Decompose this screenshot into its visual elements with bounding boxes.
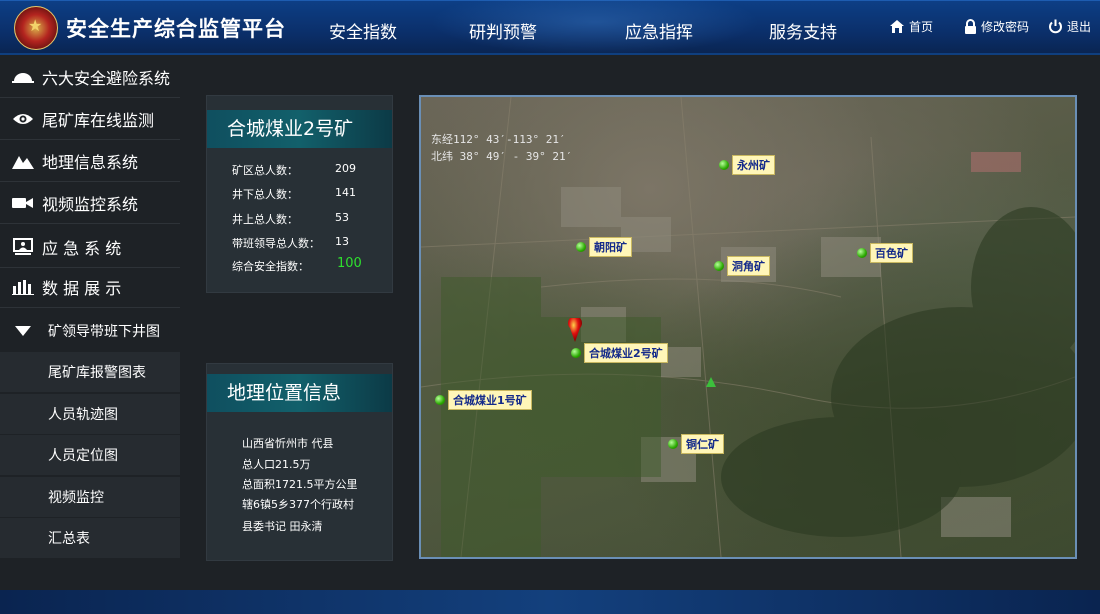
sidebar-item-label: 应 急 系 统 bbox=[42, 238, 122, 258]
nav-service-support[interactable]: 服务支持 bbox=[769, 18, 837, 43]
mine-marker[interactable]: 永州矿 bbox=[719, 155, 775, 175]
star-icon: ★ bbox=[28, 16, 43, 35]
top-header: ★ 安全生产综合监管平台 安全指数 研判预警 应急指挥 服务支持 首页 修改密码… bbox=[0, 0, 1100, 55]
sidebar-item-label: 矿领导带班下井图 bbox=[48, 323, 160, 340]
sidebar-item-label: 尾矿库在线监测 bbox=[42, 110, 155, 130]
emblem-logo: ★ bbox=[14, 6, 58, 50]
location-line: 总面积1721.5平方公里 bbox=[242, 478, 358, 491]
green-dot-icon bbox=[714, 261, 724, 271]
triangle-down-icon bbox=[12, 325, 34, 336]
sidebar-item-label: 数 据 展 示 bbox=[42, 278, 122, 298]
mine-marker[interactable]: 百色矿 bbox=[857, 243, 913, 263]
mine-panel-title: 合城煤业2号矿 bbox=[207, 110, 392, 148]
mine-marker[interactable]: 铜仁矿 bbox=[668, 434, 724, 454]
change-password-button[interactable]: 修改密码 bbox=[964, 18, 1029, 35]
mine-info-panel: 合城煤业2号矿 矿区总人数： 209 井下总人数： 141 井上总人数： 53 … bbox=[206, 95, 393, 293]
mine-label: 铜仁矿 bbox=[681, 434, 724, 454]
power-icon bbox=[1049, 19, 1062, 34]
sidebar-item-label: 六大安全避险系统 bbox=[42, 68, 171, 88]
mine-label: 洞角矿 bbox=[727, 256, 770, 276]
helmet-icon bbox=[12, 70, 34, 84]
stat-label: 井上总人数： bbox=[232, 213, 298, 226]
stat-value: 13 bbox=[335, 235, 349, 248]
divider bbox=[0, 223, 180, 224]
mine-label: 永州矿 bbox=[732, 155, 775, 175]
sidebar-subitem-personnel-location[interactable]: 人员定位图 bbox=[0, 435, 180, 475]
sidebar-subitem-label: 视频监控 bbox=[48, 490, 104, 506]
location-line: 山西省忻州市 代县 bbox=[242, 437, 334, 450]
mine-label: 百色矿 bbox=[870, 243, 913, 263]
sidebar-subitem-tailings-alarm[interactable]: 尾矿库报警图表 bbox=[0, 352, 180, 392]
stat-label: 井下总人数： bbox=[232, 188, 298, 201]
sidebar-item-label: 地理信息系统 bbox=[42, 152, 139, 172]
sidebar-item-video-system[interactable]: 视频监控系统 bbox=[0, 182, 180, 223]
sidebar-item-data-display[interactable]: 数 据 展 示 bbox=[0, 266, 180, 307]
home-label: 首页 bbox=[909, 20, 934, 34]
home-button[interactable]: 首页 bbox=[889, 18, 933, 35]
stat-value: 141 bbox=[335, 186, 356, 199]
nav-emergency-command[interactable]: 应急指挥 bbox=[625, 18, 693, 43]
sidebar-item-leader-shift[interactable]: 矿领导带班下井图 bbox=[0, 310, 180, 351]
video-camera-icon bbox=[12, 196, 34, 210]
sidebar-subitem-label: 尾矿库报警图表 bbox=[48, 365, 146, 381]
stat-value: 53 bbox=[335, 211, 349, 224]
eye-icon bbox=[12, 112, 34, 126]
sidebar-subitem-personnel-track[interactable]: 人员轨迹图 bbox=[0, 394, 180, 434]
logout-label: 退出 bbox=[1067, 20, 1092, 34]
green-dot-icon bbox=[857, 248, 867, 258]
mine-marker[interactable]: 朝阳矿 bbox=[576, 237, 632, 257]
mine-label: 朝阳矿 bbox=[589, 237, 632, 257]
sidebar-subitem-summary[interactable]: 汇总表 bbox=[0, 518, 180, 558]
mine-marker[interactable]: 合城煤业1号矿 bbox=[435, 390, 532, 410]
green-dot-icon bbox=[576, 242, 586, 252]
location-line: 辖6镇5乡377个行政村 bbox=[242, 498, 354, 511]
sidebar-item-hazard-systems[interactable]: 六大安全避险系统 bbox=[0, 56, 180, 97]
mountain-icon bbox=[12, 153, 34, 169]
bottom-bar bbox=[0, 590, 1100, 614]
stat-value: 209 bbox=[335, 162, 356, 175]
change-password-label: 修改密码 bbox=[981, 20, 1030, 34]
stat-label: 矿区总人数： bbox=[232, 164, 298, 177]
home-icon bbox=[890, 20, 904, 33]
green-dot-icon bbox=[435, 395, 445, 405]
green-dot-icon bbox=[719, 160, 729, 170]
longitude-text: 东经112° 43′-113° 21′ bbox=[431, 133, 566, 146]
app-title: 安全生产综合监管平台 bbox=[66, 17, 286, 41]
sidebar-item-tailings-monitor[interactable]: 尾矿库在线监测 bbox=[0, 98, 180, 139]
latitude-text: 北纬 38° 49′ - 39° 21′ bbox=[431, 150, 573, 163]
sidebar-subitem-label: 人员定位图 bbox=[48, 448, 118, 464]
location-info-panel: 地理位置信息 山西省忻州市 代县 总人口21.5万 总面积1721.5平方公里 … bbox=[206, 363, 393, 561]
nav-safety-index[interactable]: 安全指数 bbox=[329, 18, 397, 43]
sidebar-item-gis[interactable]: 地理信息系统 bbox=[0, 140, 180, 181]
sidebar-item-label: 视频监控系统 bbox=[42, 194, 139, 214]
lock-icon bbox=[965, 19, 976, 34]
tree-marker-icon bbox=[706, 377, 716, 387]
mine-marker[interactable]: 洞角矿 bbox=[714, 256, 770, 276]
safety-index-value: 100 bbox=[337, 256, 362, 271]
mine-label: 合城煤业1号矿 bbox=[448, 390, 532, 410]
sidebar-item-emergency-system[interactable]: 应 急 系 统 bbox=[0, 226, 180, 267]
location-line: 县委书记 田永清 bbox=[242, 520, 323, 533]
stat-label: 综合安全指数： bbox=[232, 260, 309, 273]
divider bbox=[0, 307, 180, 308]
bar-chart-icon bbox=[12, 279, 34, 295]
green-dot-icon bbox=[668, 439, 678, 449]
sidebar-subitem-video[interactable]: 视频监控 bbox=[0, 477, 180, 517]
map-pin-icon[interactable] bbox=[568, 318, 582, 342]
location-panel-title: 地理位置信息 bbox=[207, 374, 392, 412]
sidebar-subitem-label: 汇总表 bbox=[48, 531, 90, 547]
green-dot-icon bbox=[571, 348, 581, 358]
logout-button[interactable]: 退出 bbox=[1048, 18, 1091, 35]
mine-label: 合城煤业2号矿 bbox=[584, 343, 668, 363]
stat-label: 带班领导总人数： bbox=[232, 237, 320, 250]
monitor-user-icon bbox=[12, 237, 34, 256]
sidebar-subitem-label: 人员轨迹图 bbox=[48, 407, 118, 423]
nav-analysis-warning[interactable]: 研判预警 bbox=[469, 18, 537, 43]
location-line: 总人口21.5万 bbox=[242, 458, 311, 471]
selected-mine-marker[interactable]: 合城煤业2号矿 bbox=[571, 343, 668, 363]
satellite-map[interactable]: 东经112° 43′-113° 21′ 北纬 38° 49′ - 39° 21′… bbox=[419, 95, 1077, 559]
